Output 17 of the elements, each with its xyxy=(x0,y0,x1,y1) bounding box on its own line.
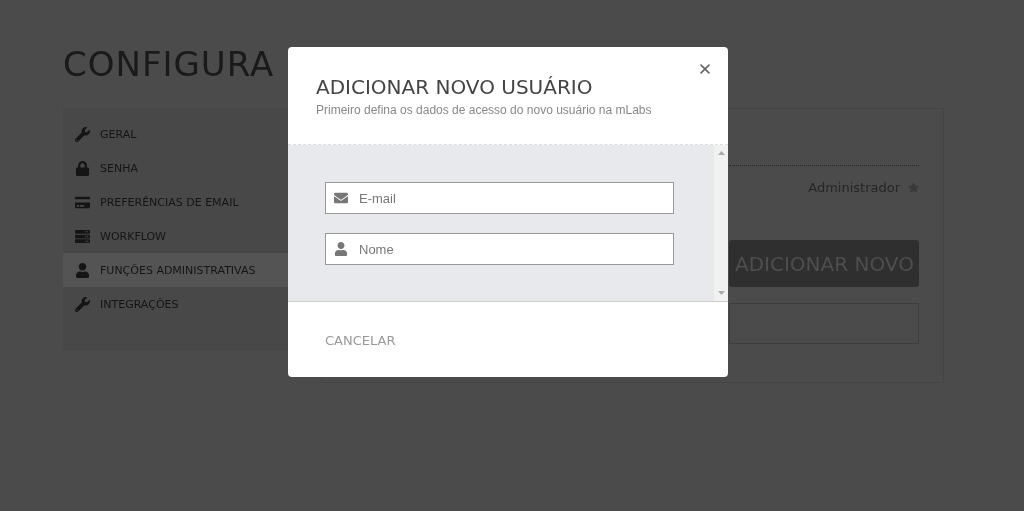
cancel-button[interactable]: CANCELAR xyxy=(325,333,396,348)
user-icon xyxy=(75,262,90,278)
modal-subtitle: Primeiro defina os dados de acesso do novo usuário na mLabs xyxy=(316,103,653,117)
modal-title: ADICIONAR NOVO USUÁRIO xyxy=(316,75,594,99)
lock-icon xyxy=(75,160,90,176)
card-icon xyxy=(75,194,90,210)
envelope-icon xyxy=(334,191,348,206)
scroll-up-icon[interactable] xyxy=(717,151,725,156)
wrench-icon xyxy=(75,126,90,142)
server-icon xyxy=(75,228,90,244)
scroll-down-icon[interactable] xyxy=(717,291,725,295)
scrollbar[interactable] xyxy=(714,145,728,301)
input-field[interactable]: E-mail xyxy=(325,182,674,215)
user-icon xyxy=(334,242,348,257)
sidebar-item-label: FUNÇÕES ADMINISTRATIVAS xyxy=(100,263,256,277)
wrench-icon xyxy=(75,296,90,312)
input-field[interactable]: Nome xyxy=(325,233,674,266)
